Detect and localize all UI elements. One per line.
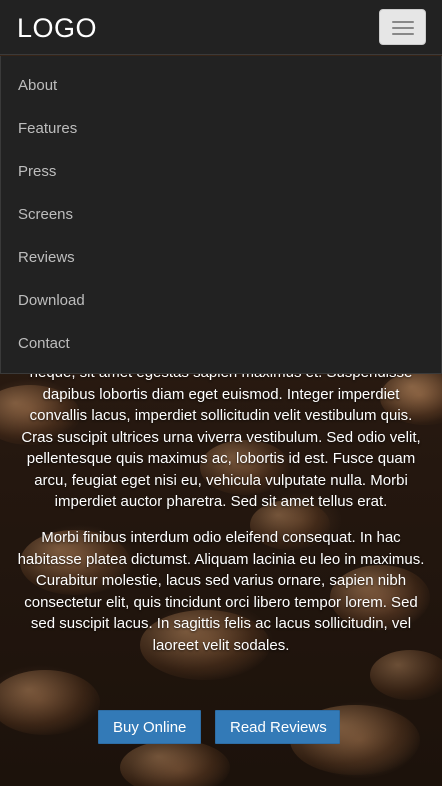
navbar: LOGO bbox=[0, 0, 442, 55]
buy-online-button[interactable]: Buy Online bbox=[98, 710, 201, 744]
body-paragraph-2: Morbi finibus interdum odio eleifend con… bbox=[16, 527, 426, 656]
menu-item-reviews[interactable]: Reviews bbox=[18, 246, 75, 270]
body-paragraph-1: neque, sit amet egestas sapien maximus e… bbox=[16, 362, 426, 513]
menu-toggle-button[interactable] bbox=[379, 9, 426, 45]
menu-item-screens[interactable]: Screens bbox=[18, 203, 73, 227]
menu-item-about[interactable]: About bbox=[18, 74, 57, 98]
menu-item-press[interactable]: Press bbox=[18, 160, 56, 184]
read-reviews-button[interactable]: Read Reviews bbox=[215, 710, 340, 744]
menu-item-download[interactable]: Download bbox=[18, 289, 85, 313]
page: neque, sit amet egestas sapien maximus e… bbox=[0, 0, 442, 786]
paragraph-text: Morbi finibus interdum odio eleifend con… bbox=[17, 529, 425, 654]
nav-dropdown-menu: About Features Press Screens Reviews Dow… bbox=[0, 56, 442, 374]
brand-logo[interactable]: LOGO bbox=[17, 12, 97, 44]
menu-item-contact[interactable]: Contact bbox=[18, 332, 70, 356]
menu-item-features[interactable]: Features bbox=[18, 117, 77, 141]
paragraph-text: neque, sit amet egestas sapien maximus e… bbox=[21, 364, 421, 510]
